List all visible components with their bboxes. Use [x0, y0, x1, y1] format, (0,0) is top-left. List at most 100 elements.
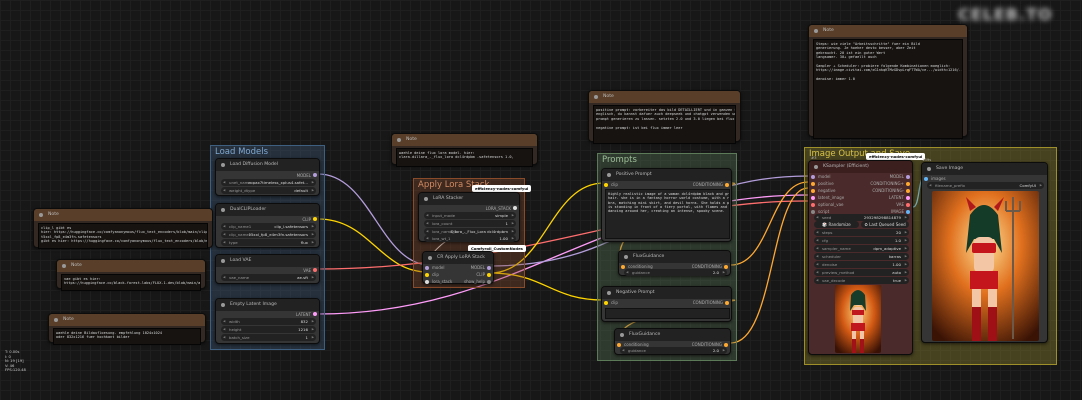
input-clip-dot[interactable]	[604, 301, 608, 305]
output-clip[interactable]: CLIP	[476, 272, 485, 277]
node-load-vae[interactable]: Load VAE VAE vae_name ae.sft	[215, 254, 320, 284]
widget-sampler-name[interactable]: sampler_name dpm_adaptive	[814, 245, 909, 252]
node-positive-prompt[interactable]: Positive Prompt clip CONDITIONING Highly…	[601, 168, 732, 242]
prompt-text[interactable]: Highly realistic image of a woman dcl4rd…	[605, 189, 730, 239]
input-clip-dot[interactable]	[425, 273, 429, 277]
output-lora-stack-dot[interactable]	[513, 206, 517, 210]
input-optional-vae[interactable]: optional_vae	[818, 202, 844, 207]
input-model-dot[interactable]	[425, 266, 429, 270]
widget-lora-count[interactable]: lora_count 1	[424, 220, 516, 227]
note-text[interactable]: Steps: wie viele "Arbeitsschritte" fuer …	[813, 39, 963, 139]
output-vae[interactable]: VAE	[896, 202, 904, 207]
widget-seed[interactable]: seed 293298298814879	[814, 214, 909, 221]
node-dual-clip-loader[interactable]: DualCLIPLoader CLIP clip_name1 clip_l.saf…	[215, 203, 320, 248]
widget-type[interactable]: type flux	[221, 239, 316, 246]
node-flux-guidance-positive[interactable]: FluxGuidance conditioning CONDITIONING g…	[618, 250, 731, 276]
widget-weight-dtype[interactable]: weight_dtype default	[221, 187, 316, 194]
output-show-help-dot[interactable]	[487, 280, 491, 284]
input-lora-stack[interactable]: lora_stack	[432, 279, 452, 284]
input-negative[interactable]: negative	[818, 188, 836, 193]
widget-cfg[interactable]: cfg 1.0	[814, 237, 909, 244]
widget-height[interactable]: height 1216	[221, 326, 316, 333]
widget-batch-size[interactable]: batch_size 1	[221, 334, 316, 341]
input-images-dot[interactable]	[924, 177, 928, 181]
input-clip[interactable]: clip	[611, 182, 618, 187]
widget-vae-name[interactable]: vae_name ae.sft	[221, 274, 316, 281]
output-vae-dot[interactable]	[313, 268, 317, 272]
widget-vae-decode[interactable]: vae_decode true	[814, 277, 909, 284]
node-ksampler-efficient[interactable]: KSampler (Efficient) model positive nega…	[808, 160, 913, 355]
widget-lora-wt-1[interactable]: lora_wt_1 1.00	[424, 235, 516, 242]
preview-image[interactable]	[835, 285, 881, 353]
input-clip[interactable]: clip	[611, 300, 618, 305]
output-latent[interactable]: LATENT	[889, 195, 904, 200]
note-text[interactable]: vae gibt es hier: https://huggingface.co…	[61, 274, 201, 291]
node-flux-guidance-negative[interactable]: FluxGuidance conditioning CONDITIONING g…	[614, 328, 731, 355]
output-conditioning-minus-dot[interactable]	[906, 189, 910, 193]
widget-input-mode[interactable]: input_mode simple	[424, 212, 516, 219]
output-vae-dot[interactable]	[906, 203, 910, 207]
input-clip-dot[interactable]	[604, 183, 608, 187]
node-negative-prompt[interactable]: Negative Prompt clip CONDITIONING	[601, 286, 732, 322]
node-save-image[interactable]: Save Image images filename_prefix ComfyUI	[921, 162, 1048, 343]
output-model[interactable]: MODEL	[890, 174, 904, 179]
node-lora-stacker[interactable]: LoRA Stacker LORA_STACK input_mode simple…	[418, 192, 520, 242]
output-model-dot[interactable]	[487, 266, 491, 270]
output-conditioning-plus[interactable]: CONDITIONING+	[870, 181, 904, 186]
widget-steps[interactable]: steps 20	[814, 229, 909, 236]
output-lora-stack[interactable]: LORA_STACK	[486, 206, 511, 211]
input-positive[interactable]: positive	[818, 181, 834, 186]
widget-unet-name[interactable]: unet_namecopax7timeless_xplus4.safet...	[221, 179, 316, 186]
output-model[interactable]: MODEL	[297, 173, 311, 178]
input-optional-vae-dot[interactable]	[811, 203, 815, 207]
output-clip-dot[interactable]	[313, 217, 317, 221]
widget-clip-name1[interactable]: clip_name1 clip_l.safetensors	[221, 223, 316, 230]
input-images[interactable]: images	[931, 176, 946, 181]
input-model[interactable]: model	[432, 265, 444, 270]
note-vae[interactable]: Note vae gibt es hier: https://huggingfa…	[56, 259, 206, 291]
output-model-dot[interactable]	[906, 175, 910, 179]
widget-width[interactable]: width 832	[221, 318, 316, 325]
widget-clip-name2[interactable]: clip_name2t5xxl_fp8_e4m3fn.safetensors	[221, 231, 316, 238]
randomize-button[interactable]: 🎲 Randomize	[814, 221, 859, 228]
note-text[interactable]: positive prompt: vorbereiter das bild DE…	[593, 105, 736, 144]
input-lora-stack-dot[interactable]	[425, 280, 429, 284]
node-load-diffusion-model[interactable]: Load Diffusion Model MODEL unet_namecopa…	[215, 158, 320, 196]
output-conditioning[interactable]: CONDITIONING	[693, 300, 723, 305]
note-sampler[interactable]: Note Steps: wie viele "Arbeitsschritte" …	[808, 24, 968, 139]
input-conditioning-dot[interactable]	[621, 265, 625, 269]
input-model[interactable]: model	[818, 174, 830, 179]
widget-preview-method[interactable]: preview_method auto	[814, 269, 909, 276]
widget-filename-prefix[interactable]: filename_prefix ComfyUI	[927, 182, 1044, 189]
output-conditioning[interactable]: CONDITIONING	[693, 182, 723, 187]
input-positive-dot[interactable]	[811, 182, 815, 186]
widget-lora-name-1[interactable]: lora_name_1Dilara_-_Flux_Lora dcl4rdpbm	[424, 228, 516, 235]
last-queued-seed-button[interactable]: ♻ Last Queued Seed	[861, 221, 909, 228]
output-clip-dot[interactable]	[487, 273, 491, 277]
note-lora[interactable]: Note waehle deine flux lora model. hier:…	[391, 133, 538, 167]
note-latent[interactable]: Note waehle deine Bildaufloesung. empfeh…	[48, 313, 206, 345]
output-clip[interactable]: CLIP	[302, 217, 311, 222]
output-conditioning-plus-dot[interactable]	[906, 182, 910, 186]
output-vae[interactable]: VAE	[303, 268, 311, 273]
output-conditioning-minus[interactable]: CONDITIONING-	[872, 188, 904, 193]
note-text[interactable]: clip_l gibt es hier: https://huggingface…	[38, 223, 208, 249]
output-conditioning-dot[interactable]	[725, 301, 729, 305]
input-latent-image-dot[interactable]	[811, 196, 815, 200]
output-model-dot[interactable]	[313, 173, 317, 177]
widget-scheduler[interactable]: scheduler karras	[814, 253, 909, 260]
input-clip[interactable]: clip	[432, 272, 439, 277]
output-latent[interactable]: LATENT	[296, 312, 311, 317]
output-show-help[interactable]: show_help	[464, 279, 485, 284]
output-model[interactable]: MODEL	[471, 265, 485, 270]
node-canvas[interactable]: Load Models Apply Lora Stack Prompts Ima…	[0, 0, 1082, 400]
note-text[interactable]: waehle deine flux lora model. hier: clar…	[396, 148, 533, 167]
input-conditioning-dot[interactable]	[617, 343, 621, 347]
output-conditioning-dot[interactable]	[725, 183, 729, 187]
input-negative-dot[interactable]	[811, 189, 815, 193]
prompt-text[interactable]	[605, 308, 730, 319]
saved-image[interactable]	[932, 191, 1039, 341]
input-script-dot[interactable]	[811, 210, 815, 214]
widget-denoise[interactable]: denoise 1.00	[814, 261, 909, 268]
input-latent-image[interactable]: latent_image	[818, 195, 844, 200]
